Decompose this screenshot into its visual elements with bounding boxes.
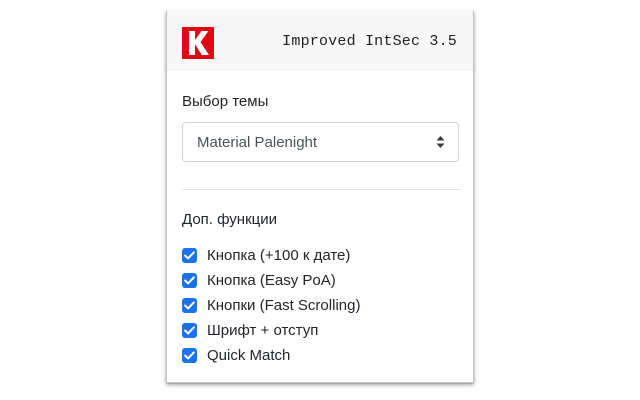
feature-label: Шрифт + отступ bbox=[207, 322, 319, 339]
feature-label: Кнопки (Fast Scrolling) bbox=[207, 297, 361, 314]
features-checklist: Кнопка (+100 к дате) Кнопка (Easy PoA) К… bbox=[182, 243, 360, 368]
feature-item-quick-match[interactable]: Quick Match bbox=[182, 343, 360, 368]
k-letter-glyph bbox=[189, 31, 209, 55]
theme-select[interactable]: Material Palenight bbox=[182, 122, 459, 162]
section-divider bbox=[182, 189, 461, 190]
popup-header: Improved IntSec 3.5 bbox=[167, 11, 473, 71]
checkbox-checked-icon[interactable] bbox=[182, 248, 197, 263]
feature-label: Кнопка (Easy PoA) bbox=[207, 272, 336, 289]
feature-item-plus100[interactable]: Кнопка (+100 к дате) bbox=[182, 243, 360, 268]
page-background: Improved IntSec 3.5 Выбор темы Material … bbox=[0, 0, 640, 400]
select-updown-icon bbox=[436, 136, 445, 148]
features-section-label: Доп. функции bbox=[182, 211, 277, 228]
checkbox-checked-icon[interactable] bbox=[182, 323, 197, 338]
theme-select-value: Material Palenight bbox=[197, 134, 318, 151]
feature-item-font-indent[interactable]: Шрифт + отступ bbox=[182, 318, 360, 343]
feature-label: Quick Match bbox=[207, 347, 291, 364]
app-title: Improved IntSec 3.5 bbox=[282, 33, 457, 50]
checkbox-checked-icon[interactable] bbox=[182, 298, 197, 313]
feature-label: Кнопка (+100 к дате) bbox=[207, 247, 351, 264]
checkbox-checked-icon[interactable] bbox=[182, 273, 197, 288]
theme-section-label: Выбор темы bbox=[182, 93, 269, 110]
k-logo-icon bbox=[182, 27, 214, 59]
feature-item-fast-scrolling[interactable]: Кнопки (Fast Scrolling) bbox=[182, 293, 360, 318]
extension-popup: Improved IntSec 3.5 Выбор темы Material … bbox=[166, 11, 474, 383]
checkbox-checked-icon[interactable] bbox=[182, 348, 197, 363]
feature-item-easy-poa[interactable]: Кнопка (Easy PoA) bbox=[182, 268, 360, 293]
